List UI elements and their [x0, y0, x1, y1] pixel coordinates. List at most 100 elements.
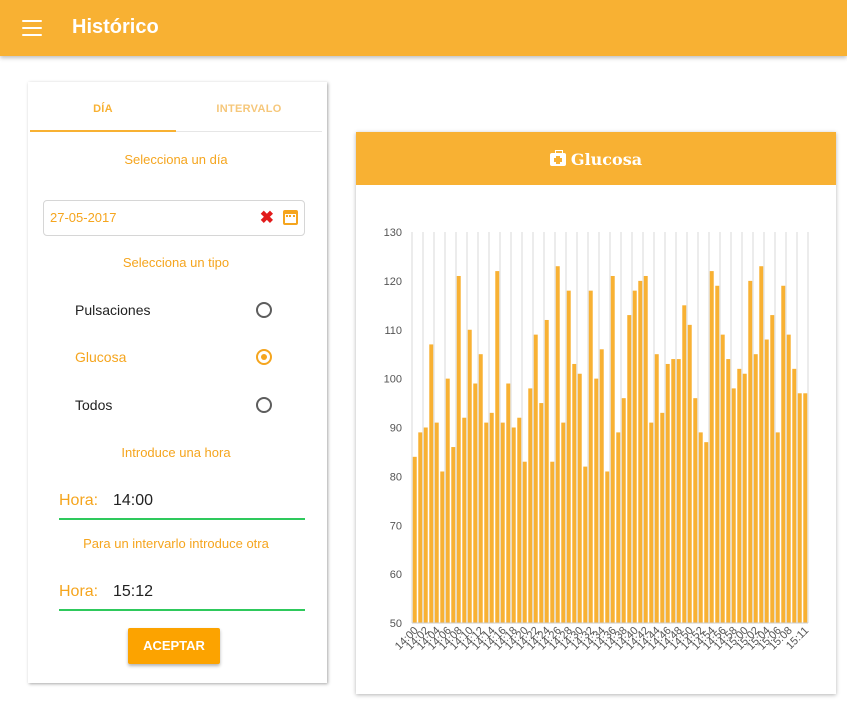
y-tick-label: 100	[384, 374, 402, 386]
bar	[484, 422, 489, 623]
end-hour-field[interactable]: Hora: 15:12	[59, 575, 305, 611]
hour-prefix: Hora:	[59, 492, 99, 509]
bar	[797, 393, 802, 623]
menu-icon[interactable]	[22, 20, 42, 36]
radio-button[interactable]	[256, 349, 272, 365]
end-hour-value[interactable]: 15:12	[113, 583, 153, 601]
bar	[456, 275, 461, 623]
bar	[605, 471, 610, 623]
bar	[676, 359, 681, 623]
bar	[709, 271, 714, 623]
bar	[473, 383, 478, 623]
bar	[643, 275, 648, 623]
bar	[440, 471, 445, 623]
bar	[528, 388, 533, 623]
bar	[539, 403, 544, 623]
bar	[781, 285, 786, 623]
app-toolbar: Histórico	[0, 0, 847, 56]
clear-icon[interactable]: ✖	[260, 208, 274, 228]
radio-button[interactable]	[256, 397, 272, 413]
y-tick-label: 90	[390, 423, 402, 435]
bar	[753, 354, 758, 623]
radio-glucosa[interactable]: Glucosa	[75, 345, 275, 369]
bar	[803, 393, 808, 623]
bar	[693, 398, 698, 623]
bar	[759, 266, 764, 623]
bar	[632, 290, 637, 623]
bar	[583, 466, 588, 623]
bar	[533, 334, 538, 623]
bar	[764, 339, 769, 623]
y-tick-label: 130	[384, 227, 402, 239]
bar	[731, 388, 736, 623]
bar	[616, 432, 621, 623]
bar	[627, 315, 632, 623]
bar	[544, 319, 549, 623]
bar	[737, 368, 742, 623]
bar	[660, 412, 665, 623]
bar	[566, 290, 571, 623]
bar	[577, 373, 582, 623]
accept-button[interactable]: ACEPTAR	[128, 628, 220, 664]
date-field[interactable]: 27-05-2017 ✖	[43, 200, 305, 236]
radio-todos[interactable]: Todos	[75, 393, 275, 417]
radio-label: Glucosa	[75, 349, 127, 365]
bar	[698, 432, 703, 623]
calendar-icon[interactable]	[283, 210, 298, 225]
y-tick-label: 50	[390, 618, 402, 630]
radio-pulsaciones[interactable]: Pulsaciones	[75, 298, 275, 322]
bar	[687, 324, 692, 623]
filter-panel: DÍA INTERVALO Selecciona un día 27-05-20…	[28, 82, 327, 683]
bar	[467, 329, 472, 623]
bar	[770, 315, 775, 623]
chart-title: Glucosa	[356, 150, 836, 169]
bar	[418, 432, 423, 623]
bar	[621, 398, 626, 623]
bar	[462, 417, 467, 623]
bar	[792, 368, 797, 623]
bar	[638, 280, 643, 623]
bar	[704, 442, 709, 623]
bar	[649, 422, 654, 623]
y-tick-label: 120	[384, 276, 402, 288]
bar	[478, 354, 483, 623]
bar	[500, 422, 505, 623]
start-hour-value[interactable]: 14:00	[113, 492, 153, 510]
bar	[742, 373, 747, 623]
bar	[517, 417, 522, 623]
chart-card: Glucosa 50 60 70 80 90 100 110 120 130 14:00 14:02…	[356, 132, 836, 694]
bar	[726, 359, 731, 623]
bar	[775, 432, 780, 623]
select-day-label: Selecciona un día	[124, 152, 228, 167]
bar	[599, 349, 604, 623]
radio-label: Pulsaciones	[75, 302, 151, 318]
bar	[594, 378, 599, 623]
tab-dia[interactable]: DÍA	[30, 92, 176, 132]
bar	[434, 422, 439, 623]
bar	[555, 266, 560, 623]
chart-title-text: Glucosa	[570, 150, 643, 169]
hour-label: Introduce una hora	[121, 445, 231, 460]
bar	[429, 344, 434, 623]
bar	[671, 359, 676, 623]
radio-button[interactable]	[256, 302, 272, 318]
start-hour-field[interactable]: Hora: 14:00	[59, 484, 305, 520]
mode-tabs: DÍA INTERVALO	[30, 92, 322, 132]
bar	[495, 271, 500, 623]
bar	[720, 334, 725, 623]
select-type-label: Selecciona un tipo	[122, 255, 230, 270]
bar	[654, 354, 659, 623]
bar	[489, 412, 494, 623]
bar	[550, 461, 555, 623]
date-value[interactable]: 27-05-2017	[50, 210, 117, 225]
bar	[588, 290, 593, 623]
bar	[506, 383, 511, 623]
y-tick-label: 80	[390, 471, 402, 483]
bar	[786, 334, 791, 623]
y-tick-label: 70	[390, 520, 402, 532]
tab-intervalo[interactable]: INTERVALO	[176, 92, 322, 132]
bar	[748, 280, 753, 623]
hour-prefix: Hora:	[59, 583, 99, 600]
bar	[445, 378, 450, 623]
interval-label: Para un intervarlo introduce otra	[83, 536, 269, 551]
